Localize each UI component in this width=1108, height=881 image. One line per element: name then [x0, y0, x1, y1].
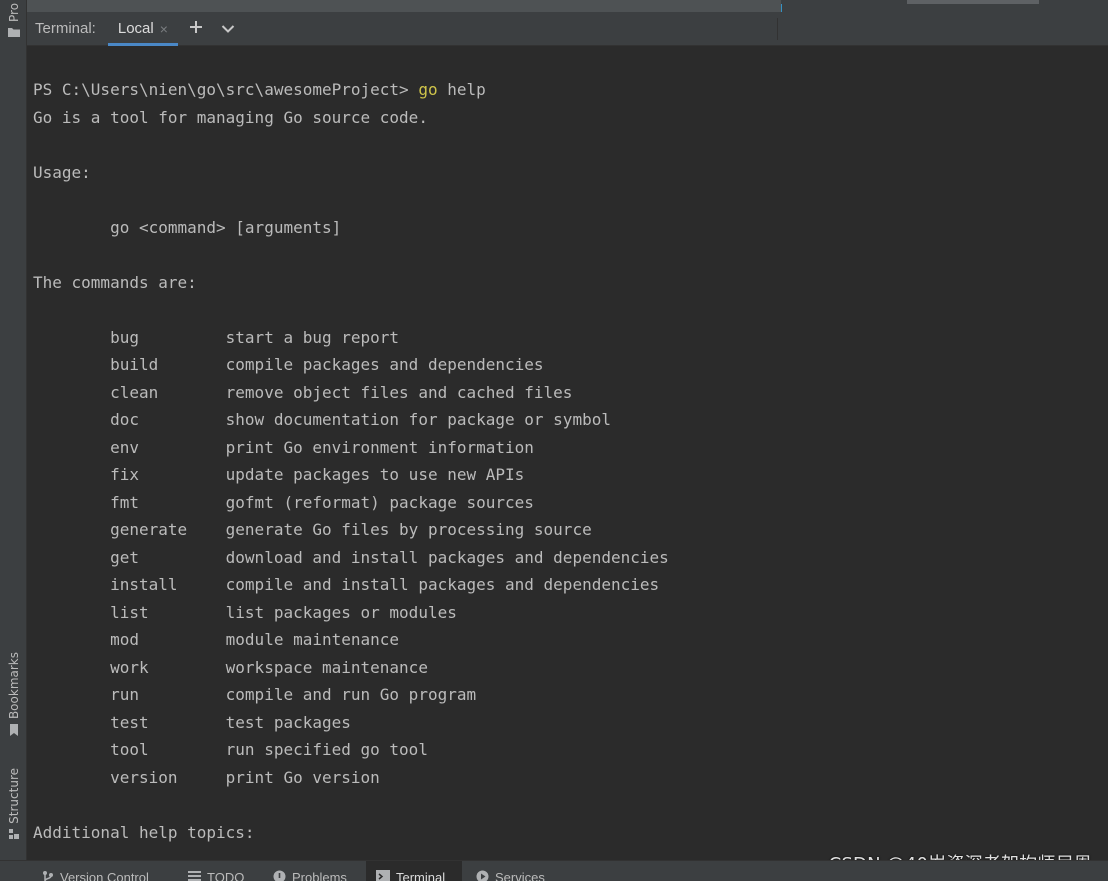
editor-tab-selected[interactable]: [27, 0, 781, 12]
editor-scroll-thumb[interactable]: [907, 0, 1039, 4]
command-prompt: PS C:\Users\nien\go\src\awesomeProject>: [33, 80, 419, 99]
tool-tab-services-label: Services: [495, 870, 545, 881]
bookmark-icon: [8, 723, 20, 740]
header-divider: [777, 18, 778, 40]
tool-tab-bookmarks-label: Bookmarks: [6, 652, 21, 720]
new-session-button[interactable]: [182, 15, 210, 43]
tool-tab-todo-label: TODO: [207, 870, 245, 881]
terminal-output[interactable]: PS C:\Users\nien\go\src\awesomeProject> …: [27, 47, 1108, 859]
folder-icon: [7, 26, 21, 41]
bottom-tool-bar: Version Control TODO Problems Terminal S…: [0, 860, 1108, 881]
left-tool-strip: Pro Bookmarks Structure: [0, 0, 27, 881]
tool-tab-structure-label: Structure: [6, 768, 21, 824]
terminal-title: Terminal:: [35, 20, 96, 37]
tool-tab-services[interactable]: Services: [476, 861, 545, 881]
editor-tab-strip: [27, 0, 1108, 12]
play-icon: [476, 870, 489, 881]
branch-icon: [42, 870, 54, 881]
tab-local-label: Local: [117, 20, 154, 37]
tool-tab-problems[interactable]: Problems: [273, 861, 347, 881]
tab-local[interactable]: Local ×: [107, 12, 178, 46]
terminal-text: PS C:\Users\nien\go\src\awesomeProject> …: [33, 76, 669, 846]
terminal-icon: [376, 870, 390, 881]
warning-icon: [273, 870, 286, 881]
terminal-header: Terminal: Local ×: [27, 12, 1108, 46]
tool-tab-project[interactable]: Pro: [0, 0, 27, 44]
sessions-menu-button[interactable]: [214, 15, 242, 43]
tool-tab-todo[interactable]: TODO: [188, 861, 244, 881]
chevron-down-icon: [221, 19, 235, 38]
command-keyword: go: [418, 80, 438, 99]
tool-tab-project-label: Pro: [6, 2, 21, 22]
command-args: help: [437, 80, 486, 99]
list-icon: [188, 870, 201, 881]
structure-icon: [8, 828, 20, 843]
close-icon[interactable]: ×: [160, 21, 168, 37]
tool-tab-structure[interactable]: Structure: [0, 768, 27, 852]
tool-tab-terminal[interactable]: Terminal: [366, 861, 462, 881]
editor-tab-divider: [781, 4, 782, 12]
tool-tab-bookmarks[interactable]: Bookmarks: [0, 652, 27, 746]
tool-tab-version-control[interactable]: Version Control: [42, 861, 149, 881]
help-output: Go is a tool for managing Go source code…: [33, 107, 669, 842]
plus-icon: [189, 19, 203, 38]
tool-tab-problems-label: Problems: [292, 870, 347, 881]
tool-tab-terminal-label: Terminal: [396, 870, 446, 881]
tool-tab-version-control-label: Version Control: [60, 870, 149, 881]
